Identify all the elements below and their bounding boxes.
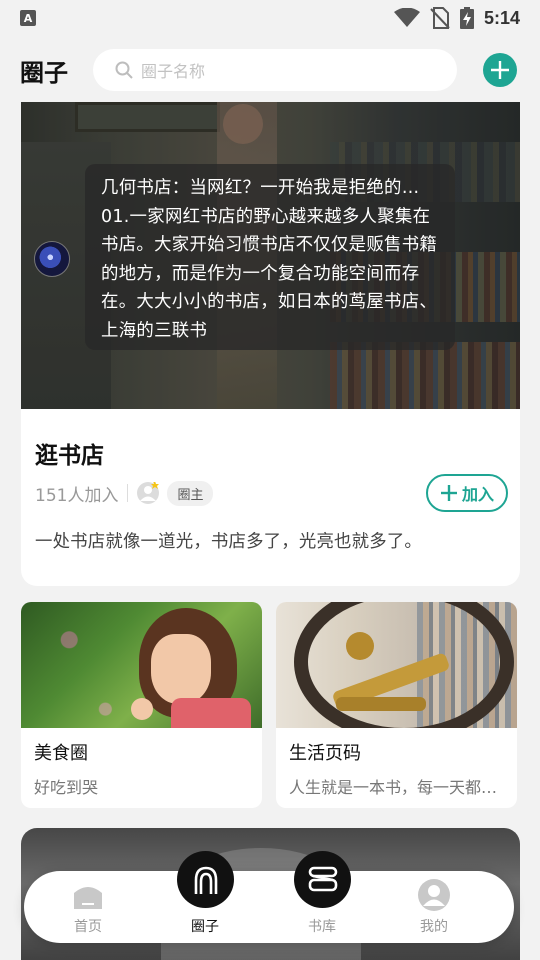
search-placeholder: 圈子名称 <box>141 62 206 81</box>
circle-icon <box>177 851 234 908</box>
join-label: 加入 <box>461 485 494 504</box>
circle-subtitle: 人生就是一本书，每一天都是一页 <box>289 778 507 797</box>
tab-library[interactable]: 书库 <box>282 851 362 943</box>
header: 圈子 圈子名称 <box>0 44 540 96</box>
circle-name: 逛书店 <box>35 443 104 469</box>
plus-icon <box>491 61 509 79</box>
tab-circle[interactable]: 圈子 <box>165 851 245 943</box>
owner-badge: 圈主 <box>167 480 214 506</box>
page-title: 圈子 <box>20 58 68 87</box>
featured-circle-card[interactable]: 几何书店：当网红？一开始我是拒绝的…01.一家网红书店的野心越来越多人聚集在书店… <box>21 102 520 586</box>
home-icon <box>74 887 102 909</box>
tab-label: 我的 <box>420 919 448 935</box>
search-icon <box>115 61 133 79</box>
circle-title: 美食圈 <box>34 743 88 764</box>
wifi-icon <box>393 8 420 27</box>
join-button[interactable]: 加入 <box>426 474 508 512</box>
tab-home[interactable]: 首页 <box>48 871 128 943</box>
circle-card[interactable]: 生活页码 人生就是一本书，每一天都是一页 <box>276 602 517 808</box>
circle-meta: 151人加入 圈主 <box>35 480 214 506</box>
featured-excerpt[interactable]: 几何书店：当网红？一开始我是拒绝的…01.一家网红书店的野心越来越多人聚集在书店… <box>85 164 455 350</box>
circle-description: 一处书店就像一道光，书店多了，光亮也就多了。 <box>35 532 422 552</box>
create-circle-button[interactable] <box>483 53 517 87</box>
author-avatar[interactable] <box>34 241 70 277</box>
circle-cover-image <box>21 602 262 728</box>
circle-cover-image <box>276 602 517 728</box>
owner-avatar-icon[interactable] <box>137 481 160 504</box>
member-count: 151人加入 <box>35 485 119 506</box>
tab-mine[interactable]: 我的 <box>394 871 474 943</box>
no-sim-icon <box>430 7 450 29</box>
clock: 5:14 <box>483 7 520 28</box>
circle-title: 生活页码 <box>289 743 361 764</box>
profile-icon <box>418 879 450 911</box>
status-bar: A 5:14 <box>0 0 540 36</box>
tab-label: 书库 <box>308 919 336 935</box>
circle-subtitle: 好吃到哭 <box>34 778 99 797</box>
battery-charging-icon <box>459 7 474 29</box>
notification-a-icon: A <box>20 10 36 26</box>
library-icon <box>294 851 351 908</box>
circle-card[interactable]: 美食圈 好吃到哭 <box>21 602 262 808</box>
featured-cover-image: 几何书店：当网红？一开始我是拒绝的…01.一家网红书店的野心越来越多人聚集在书店… <box>21 102 520 409</box>
tab-label: 首页 <box>74 919 102 935</box>
search-input[interactable]: 圈子名称 <box>93 49 457 91</box>
tab-label: 圈子 <box>191 919 219 935</box>
divider <box>127 484 129 502</box>
bottom-tab-bar: 首页 圈子 书库 我的 <box>24 851 514 943</box>
plus-icon <box>440 485 457 501</box>
